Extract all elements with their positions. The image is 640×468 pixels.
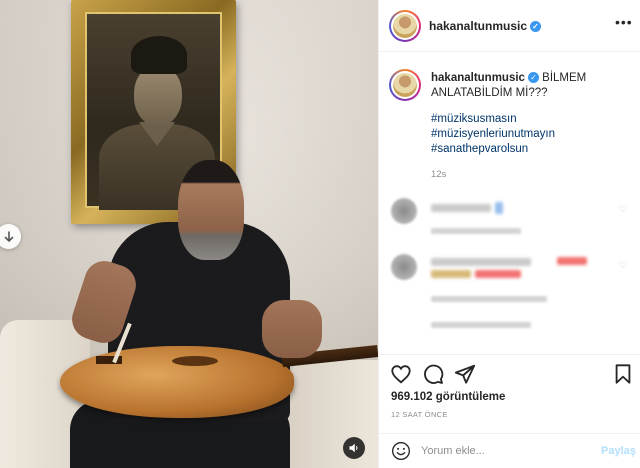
comment-like-icon[interactable]: ♡ — [619, 204, 627, 215]
caption-time: 12s — [431, 169, 447, 180]
post-side-panel: hakanaltunmusic ✓ ••• hakanaltunmusic ✓ Bİ… — [378, 0, 640, 468]
comment-avatar[interactable] — [391, 198, 417, 224]
verified-badge-icon: ✓ — [530, 21, 542, 32]
post-header: hakanaltunmusic ✓ ••• — [379, 0, 640, 52]
hashtag-link[interactable]: #müziksusmasın — [431, 112, 555, 127]
header-avatar[interactable] — [389, 10, 421, 42]
musician-arm-right — [262, 300, 322, 358]
comment-avatar[interactable] — [391, 254, 417, 280]
hashtag-link[interactable]: #müzisyenleriunutmayın — [431, 127, 555, 142]
comment-like-icon[interactable]: ♡ — [619, 260, 627, 271]
sound-toggle-button[interactable] — [343, 437, 365, 459]
post-time-ago: 12 SAAT ÖNCE — [391, 410, 448, 419]
more-options-icon[interactable]: ••• — [615, 14, 633, 30]
view-count[interactable]: 969.102 görüntüleme — [391, 391, 505, 403]
speaker-icon — [349, 443, 358, 453]
smiley-icon[interactable] — [391, 441, 411, 461]
comments-section: hakanaltunmusic ✓ BİLMEM ANLATABİLDİM Mİ?… — [379, 52, 640, 354]
post-caption: hakanaltunmusic ✓ BİLMEM ANLATABİLDİM Mİ?… — [431, 71, 631, 101]
add-comment-bar: Paylaş — [379, 433, 640, 468]
header-username[interactable]: hakanaltunmusic ✓ — [429, 19, 542, 33]
comment-input[interactable] — [421, 441, 591, 461]
heart-icon[interactable] — [390, 363, 412, 385]
post-actions: 969.102 görüntüleme 12 SAAT ÖNCE — [379, 354, 640, 424]
caption-avatar[interactable] — [389, 69, 421, 101]
musician-head — [178, 160, 244, 260]
send-icon[interactable] — [454, 363, 476, 385]
caption-username[interactable]: hakanaltunmusic — [431, 72, 525, 84]
post-comment-button[interactable]: Paylaş — [601, 445, 636, 457]
armchair-right — [288, 360, 378, 468]
bookmark-icon[interactable] — [612, 363, 634, 385]
post-video[interactable] — [0, 0, 378, 468]
arrow-down-icon — [4, 230, 13, 242]
verified-badge-icon: ✓ — [527, 72, 539, 83]
hashtag-list: #müziksusmasın #müzisyenleriunutmayın #s… — [431, 112, 555, 157]
comment-icon[interactable] — [422, 363, 444, 385]
hashtag-link[interactable]: #sanathepvarolsun — [431, 142, 555, 157]
